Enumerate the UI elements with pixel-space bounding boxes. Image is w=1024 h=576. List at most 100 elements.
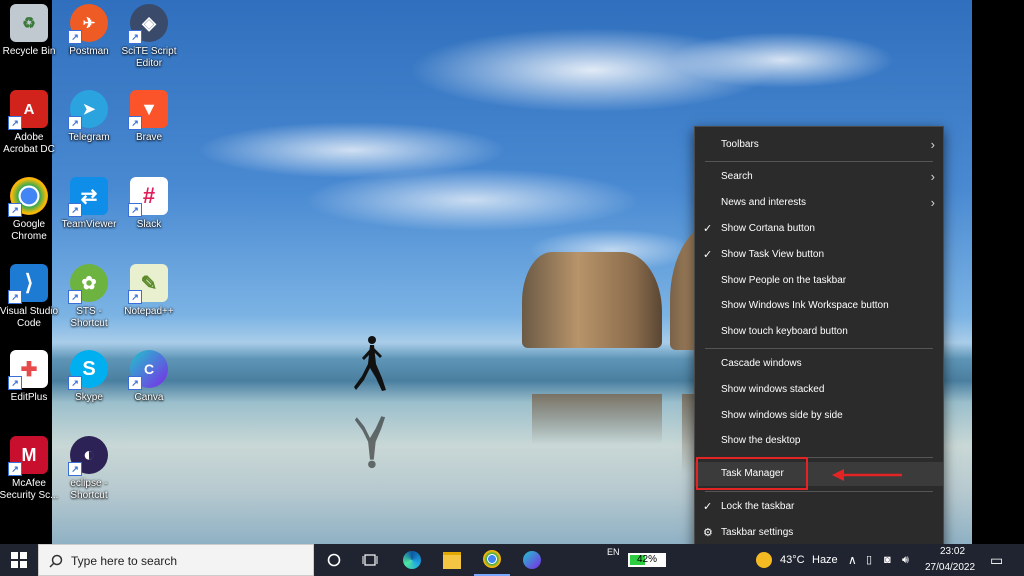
clock-date[interactable]: 27/04/2022 [925,552,975,576]
editplus-icon: ✚ ↗ [8,350,48,390]
desktop-icon-label: STS - Shortcut [70,306,108,329]
desktop-icon-notepadpp[interactable]: ✎ ↗ Notepad++ [117,264,181,318]
search-placeholder: Type here to search [71,554,178,568]
menu-item-label: Show windows side by side [721,410,843,421]
menu-item-taskbar-settings[interactable]: ⚙ Taskbar settings [695,521,943,545]
menu-item-label: Show touch keyboard button [721,326,848,337]
desktop-icon-recycle-bin[interactable]: ♻ Recycle Bin [0,4,61,58]
menu-item-label: Show Task View button [721,249,825,260]
notepadpp-icon: ✎ ↗ [128,264,168,304]
teamviewer-icon: ⇄ ↗ [68,177,108,217]
desktop-icon-label: Notepad++ [124,306,174,317]
menu-divider [705,161,933,162]
desktop-icon-label: Recycle Bin [2,46,56,57]
start-button[interactable] [0,544,38,576]
taskbar-chrome[interactable] [474,544,510,576]
menu-item-label: Show Windows Ink Workspace button [721,300,889,311]
menu-item-label: Toolbars [721,139,759,150]
task-view-button[interactable] [352,544,388,576]
slack-icon: # ↗ [128,177,168,217]
menu-item-search[interactable]: Search › [695,165,943,189]
desktop-icon-adobe-acrobat[interactable]: A ↗ Adobe Acrobat DC [0,90,61,156]
vscode-icon: ⟩ ↗ [8,264,48,304]
menu-item-show-windows-stacked[interactable]: Show windows stacked [695,378,943,402]
desktop-screen: ♻ Recycle Bin A↗ Adobe Acrobat DC ●↗ Goo… [0,0,1024,576]
desktop-icon-teamviewer[interactable]: ⇄ ↗ TeamViewer [57,177,121,231]
menu-item-cascade-windows[interactable]: Cascade windows [695,352,943,376]
desktop-icon-brave[interactable]: ▼ ↗ Brave [117,90,181,144]
desktop-icon-label: Skype [75,392,103,403]
wifi-icon[interactable]: ◙ [884,544,891,576]
notification-icon[interactable]: ▭ [990,544,1003,576]
checkmark-icon: ✓ [703,223,713,235]
desktop-icon-skype[interactable]: S ↗ Skype [57,350,121,404]
menu-item-show-ink-workspace[interactable]: Show Windows Ink Workspace button [695,294,943,318]
menu-item-label: Taskbar settings [721,527,794,538]
weather-temperature[interactable]: 43°C [780,544,805,576]
taskbar-edge[interactable] [394,544,430,576]
menu-item-label: Lock the taskbar [721,501,795,512]
canva-icon: C ↗ [128,350,168,390]
desktop-icon-scite[interactable]: ◈ ↗ SciTE Script Editor [117,4,181,70]
desktop-icon-canva[interactable]: C ↗ Canva [117,350,181,404]
menu-item-label: Show Cortana button [721,223,815,234]
postman-icon: ✈ ↗ [68,4,108,44]
checkmark-icon: ✓ [703,501,713,513]
volume-icon[interactable]: 🔊︎ [902,544,909,576]
desktop-icon-label: TeamViewer [61,219,117,230]
language-indicator[interactable]: EN [607,536,620,568]
chevron-up-icon[interactable]: ∧ [848,544,857,576]
desktop-icon-postman[interactable]: ✈ ↗ Postman [57,4,121,58]
menu-item-show-cortana-button[interactable]: ✓ Show Cortana button [695,217,943,241]
menu-item-toolbars[interactable]: Toolbars › [695,133,943,157]
desktop-icon-label: Google Chrome [11,219,47,242]
desktop-icon-label: eclipse - Shortcut [70,478,108,501]
taskbar-search-box[interactable]: Type here to search [38,544,314,576]
desktop-icon-label: Canva [134,392,164,403]
wallpaper-rock-reflection [532,394,662,444]
menu-item-label: News and interests [721,197,807,208]
desktop-icon-sts[interactable]: ✿ ↗ STS - Shortcut [57,264,121,330]
wallpaper-rock [522,252,662,348]
checkmark-icon: ✓ [703,249,713,261]
menu-divider [705,348,933,349]
menu-item-show-the-desktop[interactable]: Show the desktop [695,429,943,453]
taskbar-canva[interactable] [514,544,550,576]
wallpaper-runner-reflection [354,416,386,469]
desktop-icon-slack[interactable]: # ↗ Slack [117,177,181,231]
desktop-icon-mcafee[interactable]: M ↗ McAfee Security Sc... [0,436,61,502]
menu-divider [705,491,933,492]
chrome-icon [483,550,501,568]
desktop-icon-label: Telegram [68,132,110,143]
cortana-icon [327,553,341,567]
telegram-icon: ➤ ↗ [68,90,108,130]
network-icon[interactable]: ▯ [866,544,872,576]
menu-item-label: Search [721,171,753,182]
menu-item-show-touch-keyboard[interactable]: Show touch keyboard button [695,320,943,344]
menu-item-label: Show the desktop [721,435,801,446]
task-view-icon [362,554,378,566]
windows-logo-icon [11,552,27,568]
chevron-right-icon: › [930,137,935,152]
adobe-acrobat-icon: A ↗ [8,90,48,130]
cortana-button[interactable] [316,544,352,576]
desktop-icon-eclipse[interactable]: ◐ ↗ eclipse - Shortcut [57,436,121,502]
recycle-bin-icon: ♻ [10,4,48,42]
desktop-icon-google-chrome[interactable]: ●↗ Google Chrome [0,177,61,243]
weather-icon [756,552,772,568]
weather-description[interactable]: Haze [812,544,838,576]
arrow-left-icon [832,469,902,481]
taskbar-file-explorer[interactable] [434,544,470,576]
menu-item-show-people[interactable]: Show People on the taskbar [695,269,943,293]
desktop-icon-telegram[interactable]: ➤ ↗ Telegram [57,90,121,144]
menu-item-show-windows-side-by-side[interactable]: Show windows side by side [695,404,943,428]
menu-item-show-task-view-button[interactable]: ✓ Show Task View button [695,243,943,267]
chrome-icon: ●↗ [8,177,48,217]
desktop-icon-editplus[interactable]: ✚ ↗ EditPlus [0,350,61,404]
edge-icon [403,551,421,569]
menu-item-lock-the-taskbar[interactable]: ✓ Lock the taskbar [695,495,943,519]
menu-item-label: Cascade windows [721,358,802,369]
battery-indicator[interactable]: 42% [628,553,666,567]
menu-item-news-and-interests[interactable]: News and interests › [695,191,943,215]
desktop-icon-vscode[interactable]: ⟩ ↗ Visual Studio Code [0,264,61,330]
